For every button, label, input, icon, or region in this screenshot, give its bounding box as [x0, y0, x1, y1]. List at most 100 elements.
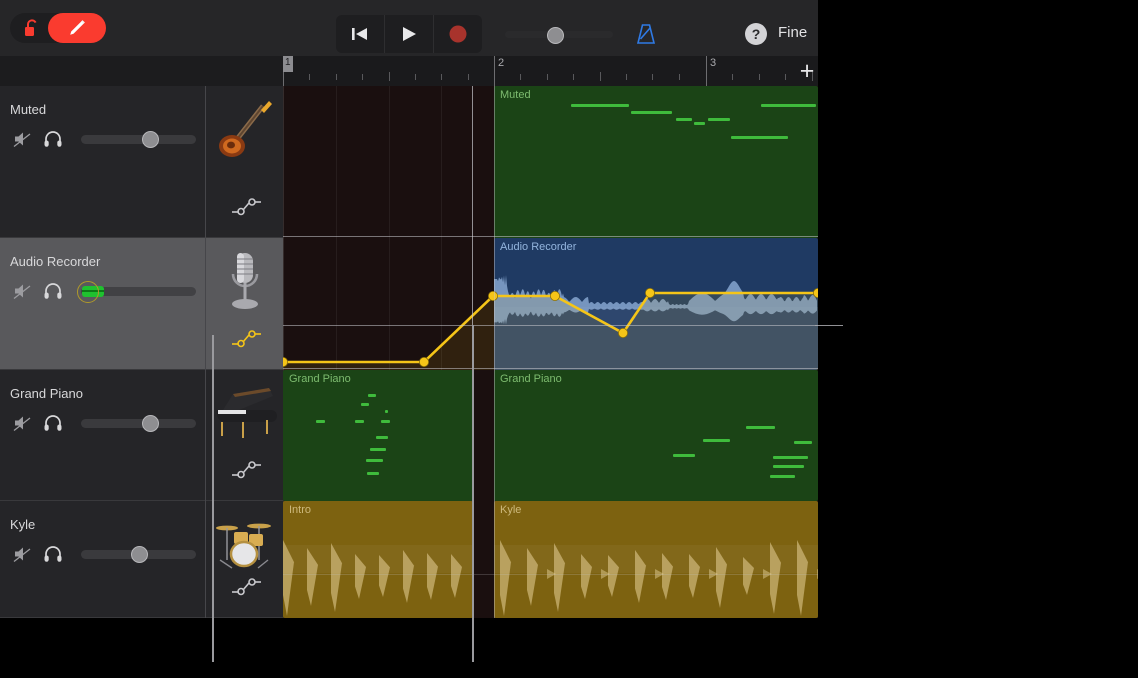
mute-icon[interactable] — [8, 410, 38, 436]
playhead-bar-label: 1 — [285, 57, 291, 68]
automation-icon[interactable] — [230, 330, 262, 348]
pencil-button[interactable] — [48, 13, 106, 43]
volume-knob[interactable] — [142, 414, 159, 432]
track-volume-slider[interactable] — [81, 414, 196, 432]
midi-note — [794, 441, 812, 444]
automation-icon[interactable] — [230, 198, 262, 216]
edit-mode-group — [10, 13, 106, 43]
track-headers: Muted Audio Recorder Grand Piano Kyle — [0, 86, 283, 618]
rewind-button[interactable] — [336, 15, 384, 53]
headphones-icon[interactable] — [38, 278, 68, 304]
audio-waveform — [494, 238, 818, 370]
ruler-tick — [362, 74, 363, 80]
drag-guide-horizontal — [283, 368, 818, 369]
timeline-ruler[interactable]: 1 2 3 — [283, 56, 818, 86]
grid-line — [336, 86, 337, 238]
midi-note — [376, 436, 388, 439]
drum-kit-icon[interactable] — [206, 509, 283, 581]
region-midi[interactable]: Grand Piano — [283, 370, 473, 501]
volume-knob[interactable] — [77, 280, 99, 303]
grid-line — [336, 238, 337, 370]
track-lane-kyle[interactable]: Intro Kyle — [283, 501, 818, 618]
midi-note — [694, 122, 705, 125]
track-controls — [8, 278, 196, 304]
ruler-tick — [785, 74, 786, 80]
playhead-line — [494, 86, 495, 618]
midi-note — [367, 472, 379, 475]
volume-knob[interactable] — [131, 545, 148, 563]
midi-note — [316, 420, 325, 423]
region-label: Muted — [500, 89, 531, 101]
track-volume-slider[interactable] — [81, 545, 196, 563]
track-lane-grand-piano[interactable]: Grand Piano Grand Piano — [283, 370, 818, 501]
drag-guide-horizontal — [283, 325, 818, 326]
drag-guide-vertical — [212, 335, 214, 662]
track-controls — [8, 541, 196, 567]
track-name-label: Muted — [10, 102, 47, 117]
ruler-tick — [336, 74, 337, 80]
master-volume-knob[interactable] — [547, 27, 564, 44]
midi-note — [773, 465, 804, 468]
grand-piano-icon[interactable] — [206, 378, 283, 450]
mute-icon[interactable] — [8, 541, 38, 567]
ruler-tick — [468, 74, 469, 80]
region-audio[interactable]: Audio Recorder — [494, 238, 818, 370]
mute-icon[interactable] — [8, 126, 38, 152]
drag-guide-horizontal — [283, 236, 818, 237]
add-track-button[interactable]: + — [796, 58, 818, 84]
region-midi[interactable]: Grand Piano — [494, 370, 818, 501]
ruler-tick — [600, 72, 601, 81]
midi-note — [731, 136, 788, 139]
midi-note — [703, 439, 730, 442]
region-label: Grand Piano — [289, 373, 351, 385]
region-drummer[interactable]: Kyle — [494, 501, 818, 618]
toolbar: ? Fine — [0, 0, 818, 56]
drag-guide-horizontal — [283, 574, 818, 575]
ruler-bar-marker — [706, 56, 707, 86]
automation-icon[interactable] — [230, 461, 262, 479]
headphones-icon[interactable] — [38, 541, 68, 567]
ruler-tick — [626, 74, 627, 80]
ruler-tick — [732, 74, 733, 80]
ruler-tick — [415, 74, 416, 80]
track-icon-column — [206, 370, 283, 501]
midi-note — [673, 454, 695, 457]
track-lanes: Muted Audio Recorder Grand Piano Grand Pian… — [283, 86, 818, 618]
midi-note — [381, 420, 390, 423]
headphones-icon[interactable] — [38, 126, 68, 152]
track-volume-slider[interactable] — [77, 280, 196, 303]
metronome-icon[interactable] — [632, 20, 660, 48]
track-icon-column — [206, 86, 283, 238]
midi-note — [708, 118, 730, 121]
midi-note — [370, 448, 386, 451]
midi-note — [366, 459, 383, 462]
play-button[interactable] — [385, 15, 433, 53]
track-icon-column — [206, 238, 283, 370]
track-volume-slider[interactable] — [81, 130, 196, 148]
microphone-icon[interactable] — [206, 246, 283, 318]
track-lane-audio-recorder[interactable]: Audio Recorder — [283, 238, 818, 370]
mute-icon[interactable] — [8, 278, 38, 304]
help-label: ? — [751, 26, 761, 42]
track-lane-muted[interactable]: Muted — [283, 86, 818, 238]
unlock-icon[interactable] — [16, 13, 48, 43]
midi-note — [571, 104, 629, 107]
grid-line — [441, 238, 442, 370]
midi-note — [631, 111, 672, 114]
track-controls — [8, 126, 196, 152]
region-drummer[interactable]: Intro — [283, 501, 473, 618]
midi-note — [385, 410, 388, 413]
midi-note — [746, 426, 775, 429]
volume-knob[interactable] — [142, 130, 159, 148]
electric-bass-icon[interactable] — [206, 94, 283, 166]
ruler-bar-number: 3 — [710, 57, 717, 69]
midi-note — [773, 456, 808, 459]
region-midi[interactable]: Muted — [494, 86, 818, 238]
automation-icon[interactable] — [230, 578, 262, 596]
ruler-tick — [679, 74, 680, 80]
grid-line — [389, 238, 390, 370]
master-volume-slider[interactable] — [505, 27, 613, 44]
help-button[interactable]: ? — [745, 23, 767, 45]
headphones-icon[interactable] — [38, 410, 68, 436]
record-button[interactable] — [434, 15, 482, 53]
